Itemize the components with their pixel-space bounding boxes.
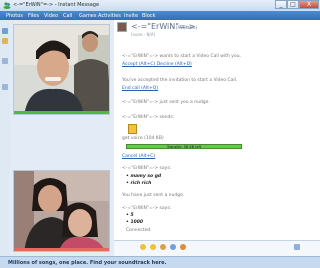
chat-message: • rich rich (126, 181, 152, 186)
chat-line: <-="ErWiN"=-> just sent you a nudge. (122, 100, 210, 105)
chat-line: You've accepted the invitation to start … (122, 78, 238, 83)
transfer-label: Transfer: 58 KB left (166, 145, 202, 149)
contact-status: (Available) (176, 25, 198, 30)
connection-status: Connected. (126, 228, 152, 233)
wink-icon[interactable] (150, 244, 156, 250)
conversation-area: <-="ErWiN"=-> (Available) (none - N/A) <… (114, 20, 320, 248)
compose-toolbar (114, 240, 320, 256)
window-controls: _ □ X (275, 0, 319, 9)
settings-icon[interactable] (2, 38, 8, 44)
chat-message: • mamy so gd (126, 174, 162, 179)
minimize-button[interactable]: _ (275, 0, 287, 9)
end-call-link[interactable]: End call (Alt+Q) (122, 86, 158, 91)
contact-avatar[interactable] (117, 22, 127, 32)
remote-video-status-bar (14, 111, 109, 114)
chat-line: <-="ErWiN"=-> says: (122, 166, 172, 171)
ad-text: Millions of songs, one place. Find your … (8, 260, 167, 266)
chat-line: <-="ErWiN"=-> says: (122, 206, 172, 211)
cancel-transfer-link[interactable]: Cancel (Alt+C) (122, 154, 155, 159)
voice-clip-icon[interactable] (170, 244, 176, 250)
remote-video-frame (14, 25, 109, 114)
close-button[interactable]: X (299, 0, 319, 9)
accept-decline-link[interactable]: Accept (Alt+C) Decline (Alt+D) (122, 62, 192, 67)
chat-message: • 5 (126, 213, 134, 218)
remote-video (13, 24, 110, 115)
side-toolbar (0, 20, 10, 256)
nudge-icon[interactable] (160, 244, 166, 250)
self-video (13, 170, 110, 252)
self-video-frame (14, 171, 109, 251)
ad-banner[interactable]: Millions of songs, one place. Find your … (0, 256, 320, 268)
file-icon (128, 124, 137, 134)
font-icon[interactable] (180, 244, 186, 250)
chat-line: <-="ErWiN"=-> sends: (122, 115, 175, 120)
microphone-icon[interactable] (2, 84, 8, 90)
send-icon[interactable] (294, 244, 300, 250)
menu-photos[interactable]: Photos (6, 13, 23, 19)
menu-video[interactable]: Video (44, 13, 58, 19)
chat-line: You have just sent a nudge. (122, 193, 185, 198)
messenger-logo-icon (3, 2, 11, 9)
menu-bar: Photos Files Video Call Games Activities… (0, 11, 320, 20)
menu-activities[interactable]: Activities (98, 13, 121, 19)
menu-call[interactable]: Call (63, 13, 72, 19)
file-name: get.voice (104 KB) (122, 136, 164, 141)
chat-line: <-="ErWiN"=-> wants to start a Video Cal… (122, 54, 241, 59)
self-video-status-bar (14, 248, 109, 251)
menu-block[interactable]: Block (142, 13, 156, 19)
menu-invite[interactable]: Invite (124, 13, 138, 19)
maximize-button[interactable]: □ (287, 0, 299, 9)
title-bar: <-="ErWiN"=-> - Instant Message _ □ X (0, 0, 320, 11)
speaker-icon[interactable] (2, 58, 8, 64)
menu-games[interactable]: Games (79, 13, 97, 19)
contact-personal-message: (none - N/A) (131, 32, 156, 37)
emoticon-icon[interactable] (140, 244, 146, 250)
transfer-progress-bar: Transfer: 58 KB left (126, 144, 242, 149)
window-title: <-="ErWiN"=-> - Instant Message (13, 2, 100, 8)
camera-icon[interactable] (2, 28, 8, 34)
menu-files[interactable]: Files (28, 13, 39, 19)
messenger-window: <-="ErWiN"=-> - Instant Message _ □ X Ph… (0, 0, 320, 268)
chat-message: • 1000 (126, 220, 143, 225)
